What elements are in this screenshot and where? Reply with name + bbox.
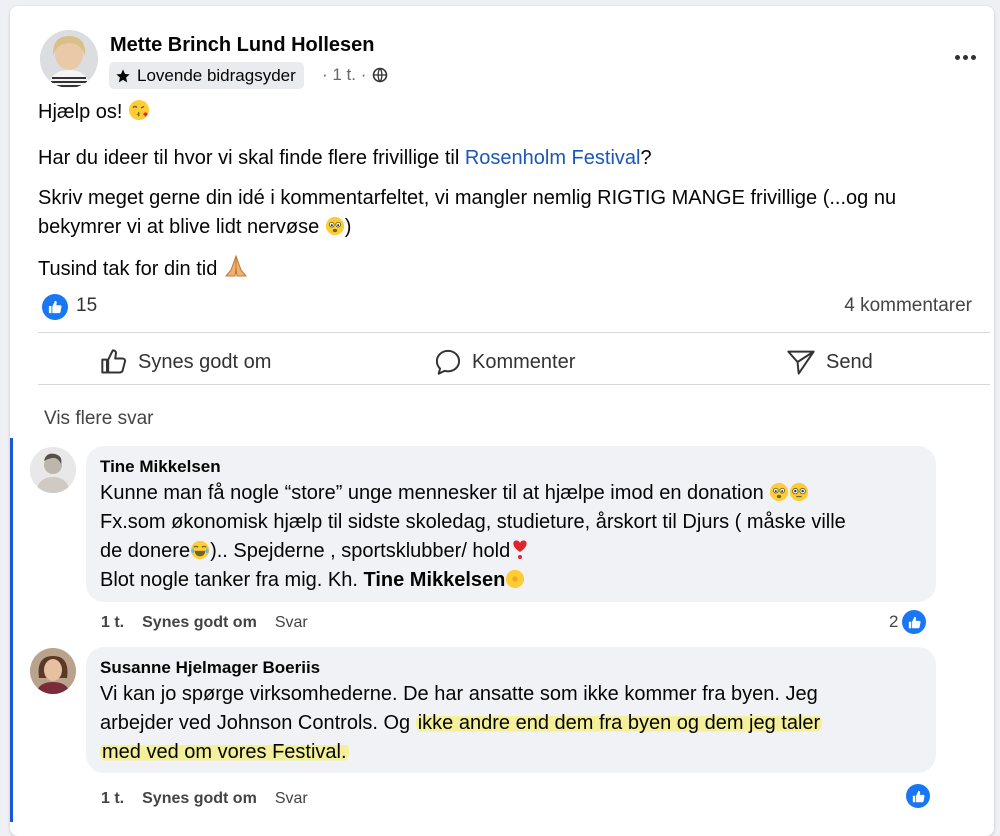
comment-line: arbejder ved Johnson Controls. Og ikke a…: [100, 709, 922, 738]
post-text-line-3a: Skriv meget gerne din idé i kommentarfel…: [38, 184, 896, 212]
star-icon: [116, 68, 130, 82]
comment-line: Vi kan jo spørge virksomhederne. De har …: [100, 683, 818, 705]
send-button-label: Send: [826, 350, 873, 373]
divider: [38, 384, 990, 385]
comment-reply-button: Svar: [274, 790, 308, 807]
comment-like-button[interactable]: Synes godt om: [142, 790, 257, 808]
post-text: Hjælp os!: [38, 101, 123, 123]
thumbs-up-icon: [912, 790, 925, 802]
like-reaction-icon: [906, 784, 930, 808]
reply-thread-indicator: [10, 438, 13, 822]
worried-emoji-icon: [770, 482, 789, 502]
comment-like-count: 2: [889, 612, 899, 631]
divider: [38, 332, 990, 333]
comment-text: Kunne man få nogle “store” unge menneske…: [100, 479, 922, 595]
post-text-line-1: Hjælp os!: [38, 98, 150, 126]
comment-line-text: Kunne man få nogle “store” unge menneske…: [100, 482, 764, 504]
comment-reply-button: Svar: [274, 614, 308, 631]
post-text: Har du ideer til hvor vi skal finde fler…: [38, 147, 465, 169]
comment-button-label: Kommenter: [472, 350, 576, 373]
comment-line: de donere ).. Spejderne , sportsklubber/ …: [100, 537, 922, 566]
thumbs-up-icon: [48, 300, 62, 314]
festival-link[interactable]: Rosenholm Festival: [465, 147, 641, 169]
send-icon: [787, 350, 815, 375]
post-text-line-2: Har du ideer til hvor vi skal finde fler…: [38, 144, 652, 172]
more-icon-dot: [970, 54, 976, 60]
comment-time[interactable]: 1 t.: [101, 614, 124, 632]
like-reaction-icon: [902, 610, 927, 634]
comment-line-text: ).. Spejderne , sportsklubber/ hold: [210, 540, 511, 562]
comment-line: Fx.som økonomisk hjælp til sidste skoled…: [100, 511, 846, 533]
pray-emoji-icon: [224, 254, 247, 277]
comment-line: Blot nogle tanker fra mig. Kh. Tine Mikk…: [100, 566, 922, 595]
send-button[interactable]: Send: [786, 346, 873, 378]
author-avatar[interactable]: [40, 30, 98, 88]
comment-line-text: de donere: [100, 540, 191, 562]
comment-bubble-2: Susanne Hjelmager Boeriis Vi kan jo spør…: [86, 647, 936, 773]
comment-text: Vi kan jo spørge virksomhederne. De har …: [100, 680, 922, 767]
post-time[interactable]: · 1 t. ·: [322, 65, 366, 85]
contributor-badge[interactable]: Lovende bidragsyder: [109, 62, 304, 89]
post-text-line-4: Tusind tak for din tid: [38, 254, 249, 283]
more-icon-dot: [962, 54, 968, 60]
commenter-avatar-susanne[interactable]: [30, 648, 76, 694]
comment-reactions-1[interactable]: 2: [889, 610, 927, 634]
worried-emoji-icon: [325, 216, 344, 236]
like-reaction-icon[interactable]: [42, 294, 68, 320]
more-icon: [954, 54, 960, 60]
highlighted-text: med ved om vores Festival.: [100, 741, 349, 763]
commenter-avatar-tine[interactable]: [30, 447, 76, 493]
comment-bubble-1: Tine Mikkelsen Kunne man få nogle “store…: [86, 446, 936, 602]
comment-button[interactable]: Kommenter: [434, 346, 575, 378]
comment-meta-2: 1 t. Synes godt om Svar: [101, 790, 308, 808]
kiss-emoji-icon: [129, 100, 150, 120]
more-options-button[interactable]: [948, 44, 982, 70]
thumbs-up-icon: [101, 349, 127, 374]
post-text: ?: [640, 147, 652, 169]
comment-line-text: arbejder ved Johnson Controls. Og: [100, 712, 416, 734]
post-meta: · 1 t. ·: [322, 65, 388, 85]
comment-time[interactable]: 1 t.: [101, 790, 124, 808]
flushed-emoji-icon: [790, 482, 809, 502]
comment-reactions-2[interactable]: [906, 784, 930, 808]
reaction-count[interactable]: 15: [76, 295, 97, 317]
show-more-replies-link[interactable]: Vis flere svar: [44, 408, 153, 430]
commenter-name[interactable]: Susanne Hjelmager Boeriis: [100, 658, 922, 678]
badge-label: Lovende bidragsyder: [137, 65, 296, 85]
comment-line: Kunne man få nogle “store” unge menneske…: [100, 479, 922, 508]
highlighted-text: ikke andre end dem fra byen og dem jeg t…: [415, 712, 823, 734]
post-text: ): [344, 216, 352, 238]
like-button[interactable]: Synes godt om: [100, 346, 271, 378]
thumbs-up-icon: [908, 616, 921, 628]
post-text: bekymrer vi at blive lidt nervøse: [38, 216, 320, 238]
mention-tine-mikkelsen[interactable]: Tine Mikkelsen: [363, 569, 505, 591]
comment-icon: [435, 349, 461, 375]
post-text-line-3b: bekymrer vi at blive lidt nervøse ): [38, 213, 351, 241]
comment-line-text: Blot nogle tanker fra mig. Kh.: [100, 569, 364, 591]
commenter-name[interactable]: Tine Mikkelsen: [100, 457, 922, 477]
comment-count[interactable]: 4 kommentarer: [844, 295, 972, 317]
comment-line: med ved om vores Festival.: [100, 738, 922, 767]
comment-meta-1: 1 t. Synes godt om Svar: [101, 614, 308, 632]
smile-icon: [506, 569, 525, 589]
post-text: Skriv meget gerne din idé i kommentarfel…: [38, 187, 897, 209]
heart-icon: [513, 540, 527, 559]
author-name[interactable]: Mette Brinch Lund Hollesen: [110, 34, 374, 57]
like-button-label: Synes godt om: [138, 350, 272, 373]
globe-icon: [373, 67, 388, 83]
comment-like-button[interactable]: Synes godt om: [142, 614, 257, 632]
laughing-emoji-icon: [190, 540, 210, 560]
post-text: Tusind tak for din tid: [38, 258, 218, 280]
